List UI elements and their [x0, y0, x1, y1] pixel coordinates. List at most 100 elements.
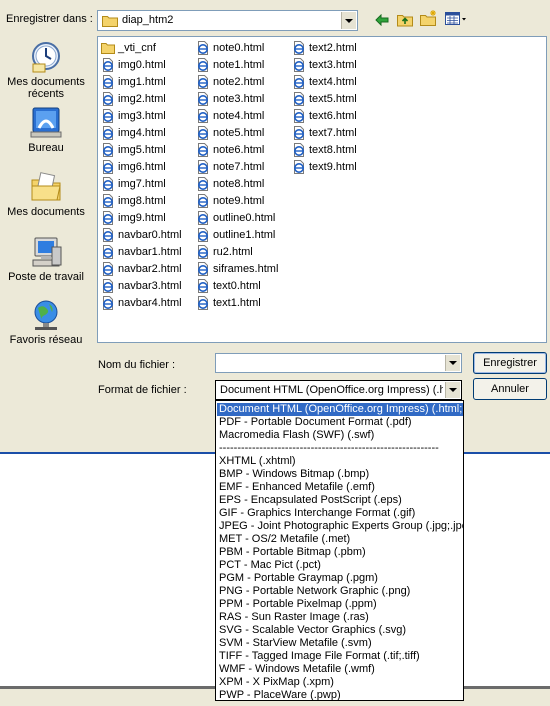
format-select[interactable]: Document HTML (OpenOffice.org Impress) (… [215, 380, 462, 400]
list-item[interactable]: outline0.html [196, 210, 275, 226]
html-file-icon [198, 228, 208, 242]
format-option[interactable]: RAS - Sun Raster Image (.ras) [217, 611, 463, 624]
list-item[interactable]: text2.html [292, 40, 357, 56]
list-item[interactable]: img3.html [101, 108, 166, 124]
list-item[interactable]: text3.html [292, 57, 357, 73]
up-folder-button[interactable] [395, 9, 415, 29]
format-option[interactable]: Macromedia Flash (SWF) (.swf) [217, 429, 463, 442]
format-option[interactable]: XPM - X PixMap (.xpm) [217, 676, 463, 689]
list-item[interactable]: ru2.html [196, 244, 253, 260]
format-option-selected[interactable]: Document HTML (OpenOffice.org Impress) (… [217, 403, 463, 416]
list-item[interactable]: img1.html [101, 74, 166, 90]
format-option[interactable]: SVM - StarView Metafile (.svm) [217, 637, 463, 650]
format-option[interactable]: SVG - Scalable Vector Graphics (.svg) [217, 624, 463, 637]
sidebar-item-my-computer[interactable]: Poste de travail [4, 235, 88, 283]
file-name: ru2.html [213, 246, 253, 258]
list-item[interactable]: text7.html [292, 125, 357, 141]
list-item[interactable]: img8.html [101, 193, 166, 209]
list-item[interactable]: note7.html [196, 159, 264, 175]
format-option[interactable]: PCT - Mac Pict (.pct) [217, 559, 463, 572]
file-name: img4.html [118, 127, 166, 139]
list-item[interactable]: img5.html [101, 142, 166, 158]
list-item[interactable]: img0.html [101, 57, 166, 73]
list-item[interactable]: text4.html [292, 74, 357, 90]
sidebar-item-my-documents[interactable]: Mes documents [4, 170, 88, 218]
file-name: text7.html [309, 127, 357, 139]
save-button[interactable]: Enregistrer [473, 352, 547, 374]
format-option[interactable]: PDF - Portable Document Format (.pdf) [217, 416, 463, 429]
list-item[interactable]: note4.html [196, 108, 264, 124]
sidebar-item-network[interactable]: Favoris réseau [4, 298, 88, 346]
save-in-combo[interactable]: diap_htm2 [97, 10, 358, 31]
list-item[interactable]: note3.html [196, 91, 264, 107]
list-item[interactable]: img4.html [101, 125, 166, 141]
list-item[interactable]: img9.html [101, 210, 166, 226]
format-option[interactable]: WMF - Windows Metafile (.wmf) [217, 663, 463, 676]
list-item[interactable]: text5.html [292, 91, 357, 107]
cancel-button[interactable]: Annuler [473, 378, 547, 400]
format-option[interactable]: PWP - PlaceWare (.pwp) [217, 689, 463, 700]
chevron-down-icon[interactable] [445, 355, 460, 371]
filename-input[interactable] [215, 353, 462, 373]
html-file-icon [198, 109, 208, 123]
format-option[interactable]: PNG - Portable Network Graphic (.png) [217, 585, 463, 598]
format-option[interactable]: ----------------------------------------… [217, 442, 463, 455]
html-file-icon [198, 194, 208, 208]
computer-icon [32, 237, 62, 267]
list-item[interactable]: note5.html [196, 125, 264, 141]
list-item[interactable]: siframes.html [196, 261, 278, 277]
format-option[interactable]: PPM - Portable Pixelmap (.ppm) [217, 598, 463, 611]
back-button[interactable] [372, 10, 392, 30]
sidebar-item-desktop[interactable]: Bureau [4, 106, 88, 154]
format-dropdown-list[interactable]: Document HTML (OpenOffice.org Impress) (… [215, 400, 464, 701]
sidebar-item-recent-documents[interactable]: Mes documents récents [4, 40, 88, 100]
list-item[interactable]: text0.html [196, 278, 261, 294]
format-option[interactable]: PBM - Portable Bitmap (.pbm) [217, 546, 463, 559]
html-file-icon [294, 109, 304, 123]
list-item[interactable]: note2.html [196, 74, 264, 90]
sidebar-item-label: Mes documents [7, 206, 85, 218]
new-folder-button[interactable] [419, 8, 439, 28]
list-item[interactable]: text1.html [196, 295, 261, 311]
list-item[interactable]: _vti_cnf [101, 40, 156, 56]
list-item[interactable]: navbar2.html [101, 261, 182, 277]
format-option[interactable]: JPEG - Joint Photographic Experts Group … [217, 520, 463, 533]
view-menu-button[interactable] [443, 9, 469, 29]
file-name: img3.html [118, 110, 166, 122]
html-file-icon [198, 143, 208, 157]
chevron-down-icon[interactable] [445, 382, 460, 398]
file-list[interactable]: _vti_cnf img0.html img1.html img2.html img3.… [97, 36, 547, 343]
format-option[interactable]: XHTML (.xhtml) [217, 455, 463, 468]
format-option[interactable]: MET - OS/2 Metafile (.met) [217, 533, 463, 546]
list-item[interactable]: outline1.html [196, 227, 275, 243]
list-item[interactable]: text6.html [292, 108, 357, 124]
format-option[interactable]: PGM - Portable Graymap (.pgm) [217, 572, 463, 585]
up-folder-icon [397, 14, 413, 26]
list-item[interactable]: note1.html [196, 57, 264, 73]
list-item[interactable]: img2.html [101, 91, 166, 107]
list-item[interactable]: note6.html [196, 142, 264, 158]
file-name: note3.html [213, 93, 265, 105]
list-item[interactable]: note8.html [196, 176, 264, 192]
format-option[interactable]: BMP - Windows Bitmap (.bmp) [217, 468, 463, 481]
format-option[interactable]: EPS - Encapsulated PostScript (.eps) [217, 494, 463, 507]
html-file-icon [103, 126, 113, 140]
list-item[interactable]: navbar3.html [101, 278, 182, 294]
list-item[interactable]: navbar0.html [101, 227, 182, 243]
list-item[interactable]: note9.html [196, 193, 264, 209]
list-item[interactable]: img6.html [101, 159, 166, 175]
chevron-down-icon[interactable] [341, 12, 356, 29]
list-item[interactable]: text8.html [292, 142, 357, 158]
html-file-icon [294, 126, 304, 140]
list-item[interactable]: navbar4.html [101, 295, 182, 311]
format-option[interactable]: EMF - Enhanced Metafile (.emf) [217, 481, 463, 494]
format-option[interactable]: TIFF - Tagged Image File Format (.tif;.t… [217, 650, 463, 663]
list-item[interactable]: navbar1.html [101, 244, 182, 260]
current-folder-name: diap_htm2 [122, 14, 174, 26]
folder-icon [101, 43, 115, 54]
network-globe-icon [34, 300, 58, 330]
list-item[interactable]: img7.html [101, 176, 166, 192]
format-option[interactable]: GIF - Graphics Interchange Format (.gif) [217, 507, 463, 520]
list-item[interactable]: text9.html [292, 159, 357, 175]
list-item[interactable]: note0.html [196, 40, 264, 56]
